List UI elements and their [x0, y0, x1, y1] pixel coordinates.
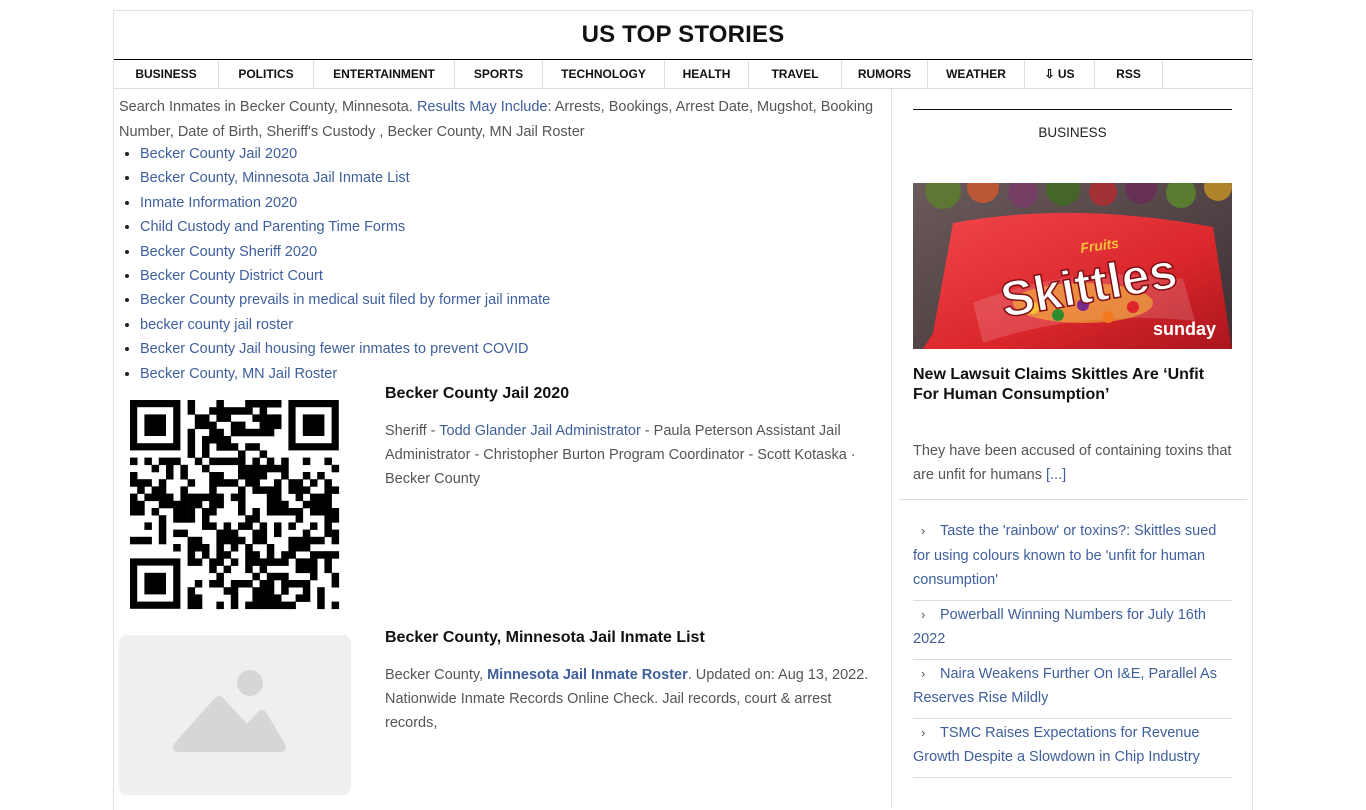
related-link[interactable]: › Powerball Winning Numbers for July 16th… [913, 603, 1232, 660]
card2-text-a: Becker County, [385, 667, 488, 683]
related-links: › Taste the 'rainbow' or toxins?: Skittle… [913, 519, 1232, 780]
related-link[interactable]: › TSMC Raises Expectations for Revenue Gr… [913, 721, 1232, 778]
result-link[interactable]: Becker County prevails in medical suit f… [140, 288, 740, 312]
card-title-jail-2020[interactable]: Becker County Jail 2020 [385, 385, 569, 403]
result-link[interactable]: Becker County Jail 2020 [140, 142, 740, 166]
nav-rss[interactable]: RSS [1095, 60, 1163, 88]
skittles-image: Fruits Skittles sunday [913, 183, 1232, 349]
page-wrapper: US TOP STORIES BUSINESS POLITICS ENTERTA… [113, 10, 1253, 810]
nav-sports[interactable]: SPORTS [455, 60, 543, 88]
intro-lead: Search Inmates in Becker County, Minneso… [119, 99, 417, 115]
chevron-right-icon: › [921, 724, 926, 740]
chevron-right-icon: › [921, 606, 926, 622]
image-word-corner: sunday [1153, 319, 1216, 339]
image-placeholder-icon[interactable] [119, 635, 351, 795]
card1-text-a: Sheriff - [385, 423, 440, 439]
related-link-text: Taste the 'rainbow' or toxins?: Skittles… [913, 523, 1217, 588]
inmate-roster-link[interactable]: Minnesota Jail Inmate Roster [487, 667, 688, 683]
sidebar-rule [913, 109, 1232, 110]
nav-travel[interactable]: TRAVEL [749, 60, 842, 88]
related-link[interactable]: › Naira Weakens Further On I&E, Parallel … [913, 662, 1232, 719]
result-link[interactable]: Becker County Sheriff 2020 [140, 240, 740, 264]
chevron-right-icon: › [921, 523, 926, 538]
result-link[interactable]: Becker County Jail housing fewer inmates… [140, 337, 740, 361]
results-may-include-link[interactable]: Results May Include [417, 99, 548, 115]
nav-health[interactable]: HEALTH [665, 60, 749, 88]
sidebar-heading[interactable]: BUSINESS [913, 125, 1232, 140]
nav-business[interactable]: BUSINESS [114, 60, 219, 88]
related-link[interactable]: › Taste the 'rainbow' or toxins?: Skittle… [913, 519, 1232, 601]
site-title[interactable]: US TOP STORIES [582, 21, 785, 49]
sidebar: BUSINESS Fruits Skittles sunday New Laws… [893, 89, 1253, 809]
qr-code-graphic [130, 400, 340, 610]
result-link[interactable]: Becker County District Court [140, 264, 740, 288]
card-text-inmate-list: Becker County, Minnesota Jail Inmate Ros… [385, 663, 875, 735]
feature-excerpt: They have been accused of containing tox… [913, 439, 1232, 487]
result-link[interactable]: becker county jail roster [140, 313, 740, 337]
chevron-right-icon: › [921, 665, 926, 681]
jail-administrator-link[interactable]: Todd Glander Jail Administrator [439, 423, 641, 439]
result-link[interactable]: Becker County, Minnesota Jail Inmate Lis… [140, 166, 740, 190]
sidebar-divider [899, 499, 1247, 500]
read-more-link[interactable]: [...] [1046, 467, 1066, 483]
placeholder-graphic [173, 670, 286, 752]
intro-text: Search Inmates in Becker County, Minneso… [119, 95, 879, 144]
main-nav: BUSINESS POLITICS ENTERTAINMENT SPORTS T… [114, 60, 1252, 89]
feature-excerpt-text: They have been accused of containing tox… [913, 443, 1232, 483]
result-link[interactable]: Inmate Information 2020 [140, 191, 740, 215]
card-title-inmate-list[interactable]: Becker County, Minnesota Jail Inmate Lis… [385, 629, 705, 647]
nav-entertainment[interactable]: ENTERTAINMENT [314, 60, 455, 88]
related-link-text: Naira Weakens Further On I&E, Parallel A… [913, 665, 1217, 707]
feature-title[interactable]: New Lawsuit Claims Skittles Are ‘Unfit F… [913, 365, 1213, 404]
nav-rumors[interactable]: RUMORS [842, 60, 928, 88]
result-link[interactable]: Becker County, MN Jail Roster [140, 362, 740, 386]
nav-weather[interactable]: WEATHER [928, 60, 1025, 88]
qr-code-icon[interactable] [130, 400, 340, 610]
results-list: Becker County Jail 2020 Becker County, M… [140, 142, 740, 386]
related-link-text: TSMC Raises Expectations for Revenue Gro… [913, 724, 1200, 766]
feature-image[interactable]: Fruits Skittles sunday [913, 183, 1232, 349]
main-content: Search Inmates in Becker County, Minneso… [114, 89, 892, 809]
nav-politics[interactable]: POLITICS [219, 60, 314, 88]
result-link[interactable]: Child Custody and Parenting Time Forms [140, 215, 740, 239]
masthead: US TOP STORIES [114, 11, 1252, 60]
nav-technology[interactable]: TECHNOLOGY [543, 60, 665, 88]
card-text-jail-2020: Sheriff - Todd Glander Jail Administrato… [385, 419, 875, 491]
nav-us[interactable]: ⇩ US [1025, 60, 1095, 88]
related-link-text: Powerball Winning Numbers for July 16th … [913, 606, 1206, 648]
